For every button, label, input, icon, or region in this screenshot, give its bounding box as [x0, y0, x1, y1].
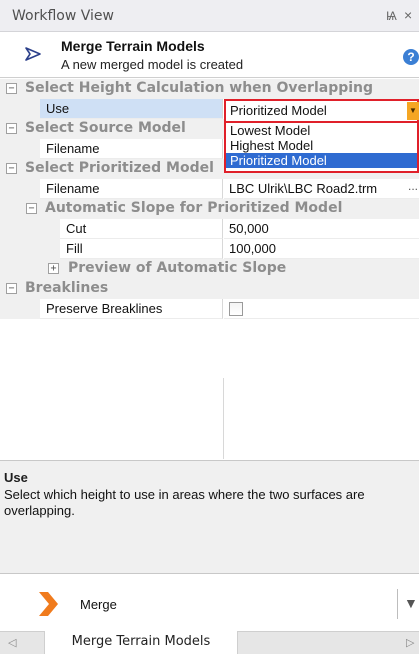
grid-divider: [223, 378, 224, 459]
tab-merge-terrain-models[interactable]: Merge Terrain Models: [44, 631, 238, 654]
close-icon[interactable]: ×: [404, 7, 412, 23]
browse-button[interactable]: ...: [408, 179, 418, 193]
property-value[interactable]: 100,000: [224, 239, 419, 259]
property-row-fill[interactable]: Fill 100,000: [0, 239, 419, 259]
category-automatic-slope[interactable]: − Automatic Slope for Prioritized Model: [0, 199, 419, 219]
category-label: Preview of Automatic Slope: [68, 260, 287, 276]
property-value[interactable]: LBC Ulrik\LBC Road2.trm: [224, 179, 419, 199]
split-divider: [397, 589, 398, 619]
workflow-triangle-icon: [24, 46, 42, 65]
merge-dropdown-icon[interactable]: ▼: [404, 595, 418, 611]
property-name: Fill: [60, 239, 223, 259]
window-title: Workflow View: [12, 8, 114, 24]
collapse-icon[interactable]: −: [6, 83, 17, 94]
category-label: Select Source Model: [25, 120, 186, 136]
property-grid: − Select Height Calculation when Overlap…: [0, 79, 419, 459]
category-label: Select Height Calculation when Overlappi…: [25, 80, 374, 96]
property-name: Use: [40, 99, 223, 119]
command-bar: Merge ▼: [0, 575, 419, 631]
property-name: Preserve Breaklines: [40, 299, 223, 319]
scroll-left-icon[interactable]: ◁: [8, 636, 16, 649]
merge-button[interactable]: Merge: [80, 597, 117, 612]
description-text: Select which height to use in areas wher…: [4, 487, 365, 518]
collapse-icon[interactable]: −: [6, 163, 17, 174]
collapse-icon[interactable]: −: [6, 123, 17, 134]
expand-icon[interactable]: +: [48, 263, 59, 274]
help-icon[interactable]: ?: [403, 49, 419, 65]
property-row-preserve-breaklines[interactable]: Preserve Breaklines: [0, 299, 419, 319]
workflow-title: Merge Terrain Models: [61, 38, 205, 54]
dropdown-option-lowest[interactable]: Lowest Model: [226, 123, 417, 138]
dropdown-option-highest[interactable]: Highest Model: [226, 138, 417, 153]
category-breaklines[interactable]: − Breaklines: [0, 279, 419, 299]
collapse-icon[interactable]: −: [6, 283, 17, 294]
combobox-value: Prioritized Model: [230, 103, 327, 118]
use-dropdown-list: Lowest Model Highest Model Prioritized M…: [224, 123, 419, 173]
use-combobox[interactable]: Prioritized Model ▼: [224, 99, 419, 123]
category-preview-slope[interactable]: + Preview of Automatic Slope: [0, 259, 419, 279]
property-row-cut[interactable]: Cut 50,000: [0, 219, 419, 239]
preserve-breaklines-checkbox[interactable]: [229, 302, 243, 316]
category-label: Automatic Slope for Prioritized Model: [45, 200, 343, 216]
description-panel: Use Select which height to use in areas …: [0, 460, 419, 574]
workflow-header: Merge Terrain Models A new merged model …: [0, 32, 419, 78]
pin-icon[interactable]: Ѩ: [386, 9, 397, 23]
property-value[interactable]: 50,000: [224, 219, 419, 239]
property-name: Cut: [60, 219, 223, 239]
category-label: Select Prioritized Model: [25, 160, 214, 176]
collapse-icon[interactable]: −: [26, 203, 37, 214]
property-name: Filename: [40, 179, 223, 199]
category-label: Breaklines: [25, 280, 109, 296]
description-title: Use: [4, 470, 28, 485]
scroll-right-icon[interactable]: ▷: [406, 636, 414, 649]
category-height-calculation[interactable]: − Select Height Calculation when Overlap…: [0, 79, 419, 99]
window-titlebar: Workflow View Ѩ ×: [0, 0, 419, 32]
property-row-prioritized-filename[interactable]: Filename LBC Ulrik\LBC Road2.trm ...: [0, 179, 419, 199]
tab-strip: ◁ Merge Terrain Models ▷: [0, 631, 419, 654]
dropdown-option-prioritized[interactable]: Prioritized Model: [226, 153, 417, 168]
merge-arrow-icon[interactable]: [37, 591, 59, 620]
property-name: Filename: [40, 139, 223, 159]
workflow-subtitle: A new merged model is created: [61, 57, 244, 72]
dropdown-arrow-icon[interactable]: ▼: [407, 102, 419, 120]
